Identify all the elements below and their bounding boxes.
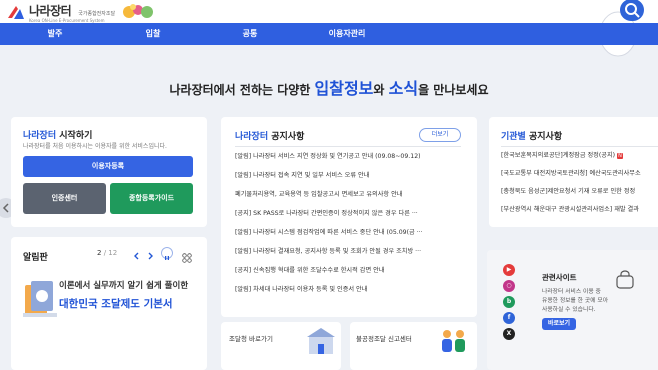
- agency-card-title: 기관별 공지사항: [501, 132, 563, 142]
- related-sites-view-button[interactable]: 바로보기: [542, 318, 576, 330]
- cert-center-button[interactable]: 인증센터: [23, 183, 106, 214]
- notice-card-title: 나라장터 공지사항: [235, 132, 305, 142]
- headline-suffix: 을 만나보세요: [418, 83, 489, 97]
- notice-card: 나라장터 공지사항 더보기 [알림] 나라장터 서비스 지연 정상화 및 연기공…: [221, 117, 477, 317]
- register-button[interactable]: 이용자등록: [23, 156, 193, 177]
- top-bar: 나라장터 국가종합전자조달 Korea ON-Line E-Procuremen…: [0, 0, 658, 57]
- logo[interactable]: 나라장터 국가종합전자조달 Korea ON-Line E-Procuremen…: [6, 2, 115, 23]
- logo-subtitle: 국가종합전자조달: [78, 11, 116, 17]
- pager-current: 2: [97, 249, 102, 257]
- registration-guide-button[interactable]: 종합등록가이드: [110, 183, 193, 214]
- notice-item[interactable]: [알림] 차세대 나라장터 이용자 등록 및 인증서 안내: [235, 284, 427, 293]
- nav-item-common[interactable]: 공통: [210, 23, 290, 45]
- nav-item-order[interactable]: 발주: [15, 23, 95, 45]
- search-icon: [625, 3, 640, 18]
- logo-text: 나라장터: [29, 4, 72, 18]
- building-illustration-icon: [307, 328, 335, 354]
- notice-item[interactable]: [공지] SK PASS로 나라장터 간편인증이 정상적이지 않은 경우 다른 …: [235, 208, 427, 217]
- chevron-right-icon: [148, 252, 153, 260]
- agency-notice-item[interactable]: [충청북도 음성군]제안요청서 기재 오류로 인한 정정: [501, 186, 658, 195]
- alert-card-title: 알림판: [23, 253, 48, 263]
- related-sites-title: 관련사이트: [542, 273, 577, 282]
- notice-item[interactable]: [알림] 나라장터 접속 지연 및 일부 서비스 오류 안내: [235, 170, 427, 179]
- bag-icon: [616, 270, 634, 289]
- pager-pause-button[interactable]: [161, 247, 173, 260]
- nav-item-user-admin[interactable]: 이용자관리: [307, 23, 387, 45]
- headline-prefix: 나라장터에서 전하는 다양한: [169, 83, 311, 97]
- notice-more-button[interactable]: 더보기: [419, 128, 461, 142]
- notice-item[interactable]: 폐기물처리용역, 교육용역 등 입찰공고시 면세보고 유의사항 안내: [235, 189, 427, 198]
- logo-mark-icon: [6, 4, 26, 22]
- pps-link-card[interactable]: 조달청 바로가기: [221, 322, 341, 370]
- related-sites-desc-2: 유용한 정보를 한 곳에 모아: [542, 298, 609, 304]
- banner-line-2: 대한민국 조달제도 기본서: [59, 298, 173, 310]
- notice-item[interactable]: [알림] 나라장터 시스템 점검작업에 따른 서비스 중단 안내 (05.09(…: [235, 227, 427, 236]
- unfair-report-label: 불공정조달 신고센터: [356, 335, 412, 343]
- notice-item[interactable]: [알림] 나라장터 결재요청, 공지사항 등록 및 조회가 안될 경우 조치방 …: [235, 246, 427, 255]
- agency-notice-item[interactable]: [한국보훈복지의료공단]계정잠금 정정(공지) N: [501, 150, 658, 159]
- view-all-grid-button[interactable]: [182, 248, 192, 263]
- pager-total: 12: [108, 249, 118, 257]
- headline-highlight-bid: 입찰정보: [314, 79, 374, 98]
- agency-divider: [501, 146, 658, 147]
- agency-notice-item[interactable]: [부산광역시 해운대구 관광시설관리사업소] 재발 결과: [501, 204, 658, 213]
- search-button[interactable]: [620, 0, 644, 21]
- facebook-icon[interactable]: f: [503, 312, 515, 324]
- new-badge: N: [617, 153, 623, 159]
- instagram-icon[interactable]: ○: [503, 280, 515, 292]
- alert-banner[interactable]: 이론에서 실무까지 알기 쉽게 풀이한 대한민국 조달제도 기본서: [19, 271, 203, 351]
- unfair-report-link-card[interactable]: 불공정조달 신고센터: [350, 322, 477, 370]
- nav-item-bid[interactable]: 입찰: [113, 23, 193, 45]
- start-card-title: 나라장터 시작하기: [23, 131, 93, 141]
- agency-notice-card: 기관별 공지사항 [한국보훈복지의료공단]계정잠금 정정(공지) N [국도교통…: [489, 117, 658, 227]
- related-sites-desc-3: 사용하실 수 있습니다.: [542, 307, 596, 313]
- notice-item[interactable]: [공지] 신속집행 혁대를 위한 조달수수료 한시적 감면 안내: [235, 265, 427, 274]
- blog-icon[interactable]: b: [503, 296, 515, 308]
- grid-icon: [182, 253, 192, 263]
- x-icon[interactable]: X: [503, 328, 515, 340]
- notice-item[interactable]: [알림] 나라장터 서비스 지연 정상화 및 연기공고 안내 (09.08~09…: [235, 151, 427, 160]
- event-illustration[interactable]: [121, 2, 155, 20]
- related-sites-card: ▶ ○ b f X 관련사이트 나라장터 서비스 이용 중 유용한 정보를 한 …: [487, 250, 658, 370]
- people-illustration-icon: [442, 330, 465, 352]
- youtube-icon[interactable]: ▶: [503, 264, 515, 276]
- related-sites-desc-1: 나라장터 서비스 이용 중: [542, 289, 601, 295]
- banner-line-1: 이론에서 실무까지 알기 쉽게 풀이한: [59, 281, 189, 291]
- pager-prev-button[interactable]: [131, 247, 143, 260]
- start-card-description: 나라장터를 처음 이용하시는 이용자를 위한 서비스입니다.: [23, 143, 167, 150]
- main-nav: 발주 입찰 공통 이용자관리: [0, 23, 658, 45]
- pager-next-button[interactable]: [144, 247, 156, 260]
- start-card: 나라장터 시작하기 나라장터를 처음 이용하시는 이용자를 위한 서비스입니다.…: [11, 117, 207, 227]
- headline-highlight-news: 소식: [388, 79, 419, 98]
- agency-notice-item[interactable]: [국도교통부 대전지방국토관리청] 예산국도관리사무소: [501, 168, 658, 177]
- alert-board-card: 알림판 2 / 12 이론에서 실무까지 알기 쉽게 풀이한 대한민국 조달제도…: [11, 237, 207, 370]
- headline: 나라장터에서 전하는 다양한 입찰정보와 소식을 만나보세요: [0, 75, 658, 99]
- pps-link-label: 조달청 바로가기: [229, 335, 273, 343]
- alert-pager: 2 / 12: [97, 249, 118, 257]
- pause-icon: [165, 256, 169, 260]
- chevron-left-icon: [134, 252, 139, 260]
- headline-middle: 와: [373, 83, 385, 97]
- notice-divider: [235, 146, 461, 147]
- books-illustration-icon: [23, 281, 57, 317]
